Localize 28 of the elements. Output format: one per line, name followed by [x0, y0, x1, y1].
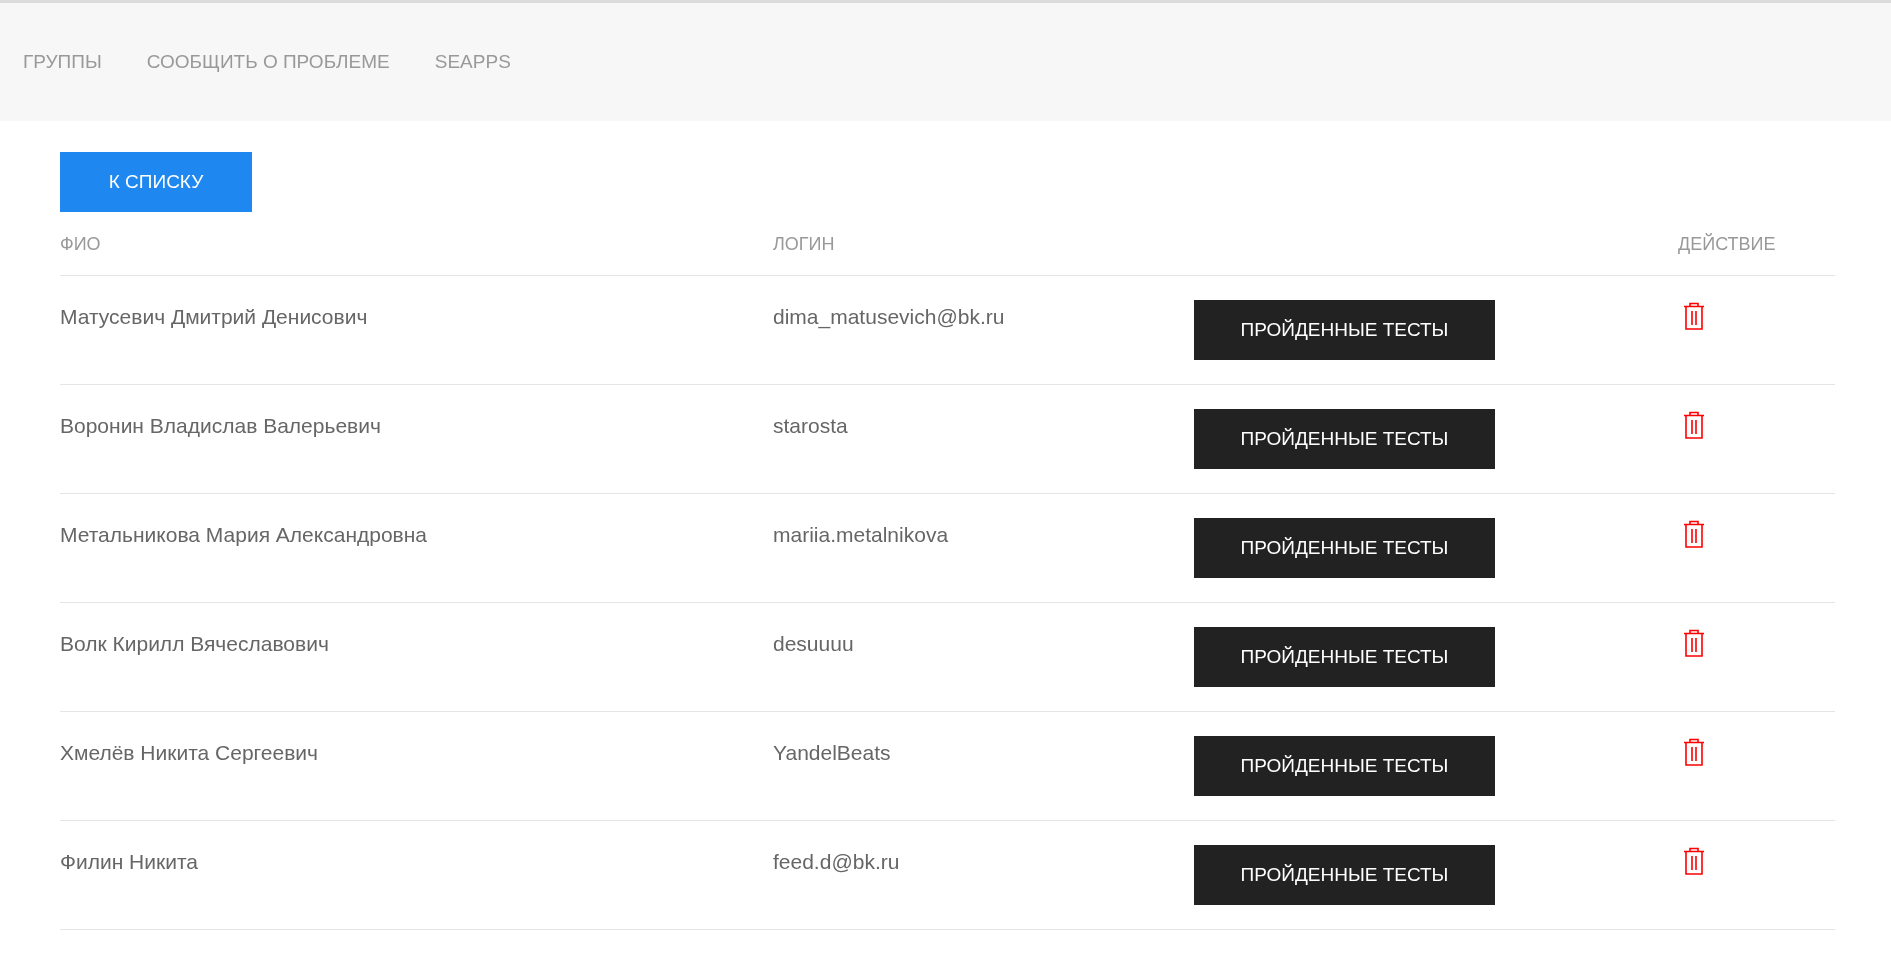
column-header: ЛОГИН	[773, 234, 835, 254]
trash-icon[interactable]	[1683, 738, 1705, 766]
trash-icon[interactable]	[1683, 520, 1705, 548]
trash-icon[interactable]	[1683, 629, 1705, 657]
passed-tests-button[interactable]: ПРОЙДЕННЫЕ ТЕСТЫ	[1194, 736, 1495, 796]
passed-tests-button[interactable]: ПРОЙДЕННЫЕ ТЕСТЫ	[1194, 518, 1495, 578]
trash-icon[interactable]	[1683, 847, 1705, 875]
passed-tests-button[interactable]: ПРОЙДЕННЫЕ ТЕСТЫ	[1194, 845, 1495, 905]
name-cell: Матусевич Дмитрий Денисович	[60, 305, 368, 329]
name-cell: Волк Кирилл Вячеславович	[60, 632, 329, 656]
login-cell: mariia.metalnikova	[773, 523, 949, 547]
login-cell: YandelBeats	[773, 741, 891, 765]
back-to-list-button[interactable]: К СПИСКУ	[60, 152, 252, 212]
column-header: ДЕЙСТВИЕ	[1678, 234, 1776, 254]
login-cell: feed.d@bk.ru	[773, 850, 900, 874]
passed-tests-button[interactable]: ПРОЙДЕННЫЕ ТЕСТЫ	[1194, 300, 1495, 360]
passed-tests-button[interactable]: ПРОЙДЕННЫЕ ТЕСТЫ	[1194, 627, 1495, 687]
login-cell: desuuuu	[773, 632, 854, 656]
trash-icon[interactable]	[1683, 302, 1705, 330]
name-cell: Воронин Владислав Валерьевич	[60, 414, 381, 438]
trash-icon[interactable]	[1683, 411, 1705, 439]
column-header: ФИО	[60, 234, 101, 254]
login-cell: dima_matusevich@bk.ru	[773, 305, 1005, 329]
name-cell: Филин Никита	[60, 850, 198, 874]
passed-tests-button[interactable]: ПРОЙДЕННЫЕ ТЕСТЫ	[1194, 409, 1495, 469]
name-cell: Метальникова Мария Александровна	[60, 523, 428, 547]
login-cell: starosta	[773, 414, 848, 438]
name-cell: Хмелёв Никита Сергеевич	[60, 741, 318, 765]
